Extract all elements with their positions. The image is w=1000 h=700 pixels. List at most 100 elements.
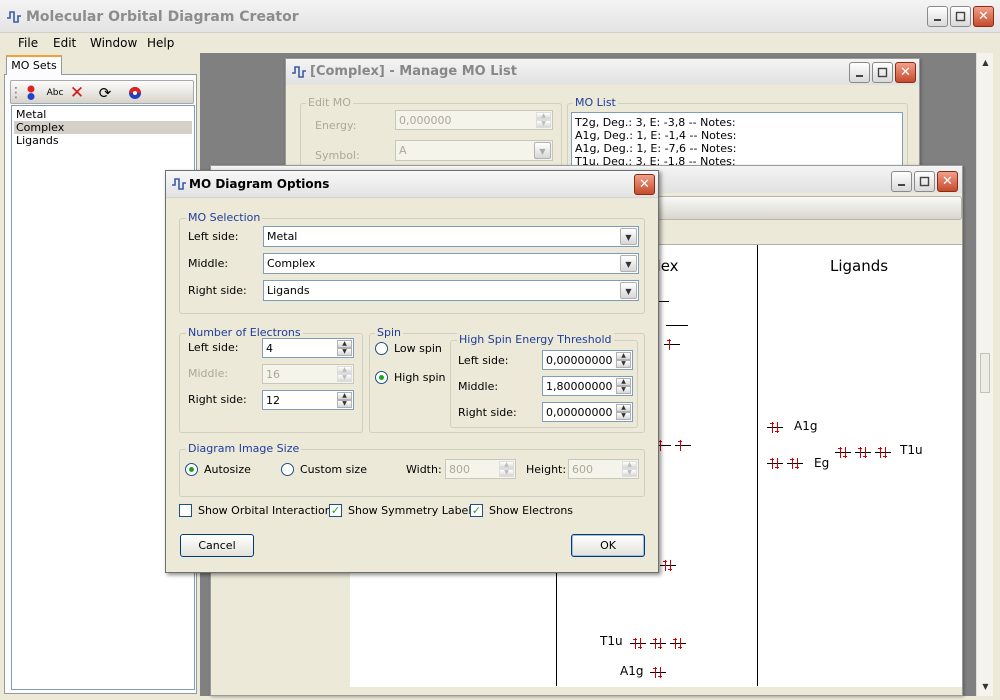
electrons-left-spinner[interactable]: 4 ▲ ▼ (262, 338, 354, 358)
list-item[interactable]: A1g, Deg.: 1, E: -1,4 -- Notes: (575, 129, 736, 142)
orbital-settings-button[interactable] (126, 84, 144, 102)
maximize-button[interactable] (914, 171, 935, 192)
show-electrons-label[interactable]: Show Electrons (489, 504, 573, 517)
height-spinner[interactable]: 600 ▲ ▼ (568, 459, 639, 479)
ok-button[interactable]: OK (571, 534, 645, 557)
scroll-up-icon[interactable]: ▲ (978, 55, 993, 70)
list-item[interactable]: Complex (14, 121, 192, 134)
mo-listbox[interactable]: T2g, Deg.: 3, E: -3,8 -- Notes: A1g, Deg… (571, 112, 903, 172)
manage-mo-title-bar[interactable]: [Complex] - Manage MO List ✕ (286, 59, 919, 85)
spin-down-icon[interactable]: ▼ (337, 348, 352, 356)
symmetry-label: T1u (900, 443, 923, 457)
spin-down-icon[interactable]: ▼ (616, 412, 631, 420)
threshold-right-value[interactable]: 0,00000000 (546, 406, 612, 419)
close-button[interactable]: ✕ (895, 62, 916, 83)
show-electrons-checkbox[interactable]: ✓ (470, 504, 483, 517)
left-side-value: Metal (267, 230, 298, 243)
threshold-right-spinner[interactable]: 0,00000000 ▲ ▼ (542, 402, 633, 422)
spin-down-icon[interactable]: ▼ (616, 360, 631, 368)
orbital-level (767, 458, 783, 469)
spin-down-icon[interactable]: ▼ (616, 386, 631, 394)
rename-set-button[interactable]: Abc (44, 84, 66, 102)
energy-spinner[interactable]: 0,000000 ▲ ▼ (395, 110, 553, 130)
close-button[interactable]: ✕ (634, 174, 655, 195)
menu-help[interactable]: Help (147, 36, 174, 50)
symmetry-label: A1g (620, 664, 644, 678)
right-side-label: Right side: (188, 284, 247, 297)
close-button[interactable]: ✕ (937, 171, 958, 192)
list-item[interactable]: T2g, Deg.: 3, E: -3,8 -- Notes: (575, 116, 736, 129)
dialog-title-bar[interactable]: MO Diagram Options ✕ (166, 171, 658, 198)
width-spinner[interactable]: 800 ▲ ▼ (445, 459, 516, 479)
mo-sets-toolbar: ⋮ Abc ✕ ⟳ (9, 80, 194, 104)
show-symmetry-checkbox[interactable]: ✓ (329, 504, 342, 517)
middle-select[interactable]: Complex ▼ (263, 253, 639, 274)
low-spin-radio[interactable] (375, 342, 388, 355)
threshold-middle-spinner[interactable]: 1,80000000 ▲ ▼ (542, 376, 633, 396)
autosize-label[interactable]: Autosize (204, 463, 251, 476)
custom-size-radio[interactable] (281, 463, 294, 476)
window-icon (292, 66, 306, 78)
delete-set-button[interactable]: ✕ (68, 83, 86, 103)
scroll-down-icon[interactable]: ▼ (978, 679, 993, 694)
low-spin-label[interactable]: Low spin (394, 342, 442, 355)
right-side-select[interactable]: Ligands ▼ (263, 280, 639, 301)
spin-up-icon[interactable]: ▲ (616, 378, 631, 386)
threshold-middle-value[interactable]: 1,80000000 (546, 380, 612, 393)
show-interactions-label[interactable]: Show Orbital Interactions (198, 504, 337, 517)
tab-mo-sets[interactable]: MO Sets (6, 55, 62, 75)
spin-down-icon[interactable]: ▼ (499, 469, 514, 477)
maximize-button[interactable] (950, 6, 971, 27)
orbital-level (835, 447, 851, 458)
cancel-button[interactable]: Cancel (180, 534, 254, 557)
spin-up-icon[interactable]: ▲ (337, 366, 352, 374)
spin-up-icon[interactable]: ▲ (499, 461, 514, 469)
list-item[interactable]: A1g, Deg.: 1, E: -7,6 -- Notes: (575, 142, 736, 155)
high-spin-label[interactable]: High spin (394, 371, 446, 384)
autosize-radio[interactable] (185, 463, 198, 476)
menu-window[interactable]: Window (90, 36, 137, 50)
column-divider-right (757, 245, 758, 686)
spin-down-icon[interactable]: ▼ (536, 120, 551, 128)
right-side-value: Ligands (267, 284, 310, 297)
spin-down-icon[interactable]: ▼ (337, 400, 352, 408)
spin-up-icon[interactable]: ▲ (622, 461, 637, 469)
spin-up-icon[interactable]: ▲ (536, 112, 551, 120)
main-title-bar[interactable]: Molecular Orbital Diagram Creator ✕ (0, 0, 1000, 33)
spin-down-icon[interactable]: ▼ (622, 469, 637, 477)
high-spin-radio[interactable] (375, 371, 388, 384)
refresh-button[interactable]: ⟳ (96, 84, 114, 102)
spin-title: Spin (375, 326, 403, 339)
menu-file[interactable]: File (18, 36, 38, 50)
spin-up-icon[interactable]: ▲ (337, 340, 352, 348)
maximize-button[interactable] (872, 62, 893, 83)
electrons-right-spinner[interactable]: 12 ▲ ▼ (262, 390, 354, 410)
show-symmetry-label[interactable]: Show Symmetry Labels (348, 504, 477, 517)
symbol-select[interactable]: A ▼ (395, 140, 553, 161)
scroll-thumb[interactable] (980, 353, 990, 393)
minimize-button[interactable] (927, 6, 948, 27)
spin-up-icon[interactable]: ▲ (337, 392, 352, 400)
minimize-button[interactable] (849, 62, 870, 83)
menu-edit[interactable]: Edit (53, 36, 76, 50)
custom-size-label[interactable]: Custom size (300, 463, 367, 476)
list-item[interactable]: Ligands (14, 134, 192, 147)
show-interactions-checkbox[interactable] (179, 504, 192, 517)
threshold-left-spinner[interactable]: 0,00000000 ▲ ▼ (542, 350, 633, 370)
electrons-middle-spinner[interactable]: 16 ▲ ▼ (262, 364, 354, 384)
spin-up-icon[interactable]: ▲ (616, 404, 631, 412)
spin-down-icon[interactable]: ▼ (337, 374, 352, 382)
spin-up-icon[interactable]: ▲ (616, 352, 631, 360)
mdi-vertical-scrollbar[interactable]: ▲ ▼ (976, 53, 993, 696)
close-button[interactable]: ✕ (973, 6, 994, 27)
orbital-level (855, 447, 871, 458)
electrons-right-value[interactable]: 12 (266, 394, 280, 407)
electrons-left-value[interactable]: 4 (266, 342, 273, 355)
orbital-level (660, 560, 676, 571)
left-side-select[interactable]: Metal ▼ (263, 226, 639, 247)
list-item[interactable]: Metal (14, 108, 192, 121)
threshold-left-value[interactable]: 0,00000000 (546, 354, 612, 367)
add-set-button[interactable] (22, 84, 40, 102)
toolbar-grip-icon: ⋮ (9, 85, 23, 101)
minimize-button[interactable] (891, 171, 912, 192)
